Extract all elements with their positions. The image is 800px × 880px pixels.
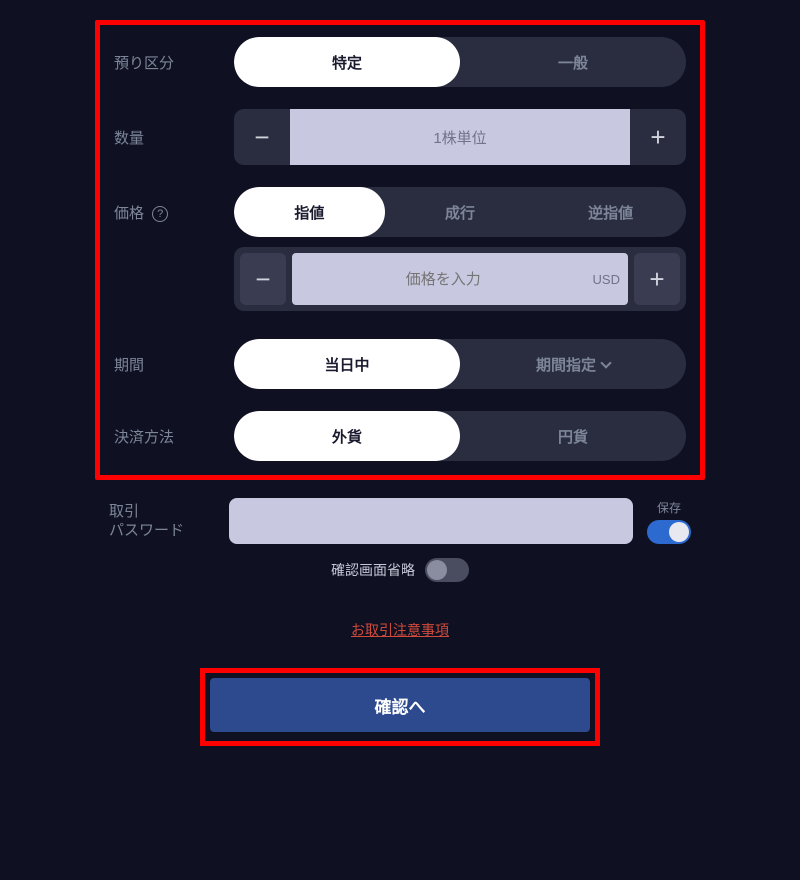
settlement-segment: 外貨 円貨	[234, 411, 686, 461]
price-label: 価格 ?	[114, 202, 234, 223]
skip-confirm-toggle[interactable]	[425, 558, 469, 582]
password-label-line1: 取引	[109, 502, 229, 522]
settlement-label: 決済方法	[114, 426, 234, 447]
period-range-label: 期間指定	[536, 354, 596, 375]
footer: お取引注意事項 確認へ	[95, 620, 705, 746]
price-plus-button[interactable]: +	[634, 253, 680, 305]
quantity-row: 数量 − 1株単位 +	[114, 109, 686, 165]
price-stepper: − USD +	[234, 247, 686, 311]
settlement-yen[interactable]: 円貨	[460, 411, 686, 461]
chevron-down-icon	[600, 357, 611, 368]
period-row: 期間 当日中 期間指定	[114, 339, 686, 389]
password-input[interactable]	[229, 498, 633, 544]
period-today[interactable]: 当日中	[234, 339, 460, 389]
price-help-icon[interactable]: ?	[152, 206, 168, 222]
account-type-row: 預り区分 特定 一般	[114, 37, 686, 87]
price-label-text: 価格	[114, 205, 144, 222]
password-label: 取引 パスワード	[109, 502, 229, 541]
account-type-general[interactable]: 一般	[460, 37, 686, 87]
price-input[interactable]	[300, 271, 587, 288]
quantity-plus-button[interactable]: +	[630, 109, 686, 165]
confirm-button[interactable]: 確認へ	[210, 678, 590, 732]
disclaimer-link[interactable]: お取引注意事項	[95, 620, 705, 640]
skip-confirm-label: 確認画面省略	[331, 560, 415, 580]
account-type-segment: 特定 一般	[234, 37, 686, 87]
period-range[interactable]: 期間指定	[460, 339, 686, 389]
password-label-line2: パスワード	[109, 521, 229, 541]
order-form-highlight: 預り区分 特定 一般 数量 − 1株単位 + 価格	[95, 20, 705, 480]
period-label: 期間	[114, 354, 234, 375]
password-section: 取引 パスワード 保存 確認画面省略	[95, 480, 705, 582]
save-toggle-group: 保存	[647, 499, 691, 544]
price-row: 価格 ? 指値 成行 逆指値	[114, 187, 686, 237]
password-row: 取引 パスワード 保存	[109, 498, 691, 544]
price-type-stop[interactable]: 逆指値	[535, 187, 686, 237]
price-currency: USD	[587, 272, 620, 287]
price-field-wrap: USD	[292, 253, 628, 305]
price-type-limit[interactable]: 指値	[234, 187, 385, 237]
skip-confirm-row: 確認画面省略	[109, 558, 691, 582]
period-segment: 当日中 期間指定	[234, 339, 686, 389]
settlement-foreign[interactable]: 外貨	[234, 411, 460, 461]
quantity-label: 数量	[114, 127, 234, 148]
confirm-button-highlight: 確認へ	[200, 668, 600, 746]
price-input-row: − USD +	[234, 247, 686, 311]
price-type-market[interactable]: 成行	[385, 187, 536, 237]
save-toggle[interactable]	[647, 520, 691, 544]
save-label: 保存	[657, 499, 681, 516]
price-type-segment: 指値 成行 逆指値	[234, 187, 686, 237]
account-type-label: 預り区分	[114, 52, 234, 73]
quantity-stepper: − 1株単位 +	[234, 109, 686, 165]
quantity-minus-button[interactable]: −	[234, 109, 290, 165]
quantity-input[interactable]: 1株単位	[290, 109, 630, 165]
price-minus-button[interactable]: −	[240, 253, 286, 305]
settlement-row: 決済方法 外貨 円貨	[114, 411, 686, 461]
account-type-specific[interactable]: 特定	[234, 37, 460, 87]
